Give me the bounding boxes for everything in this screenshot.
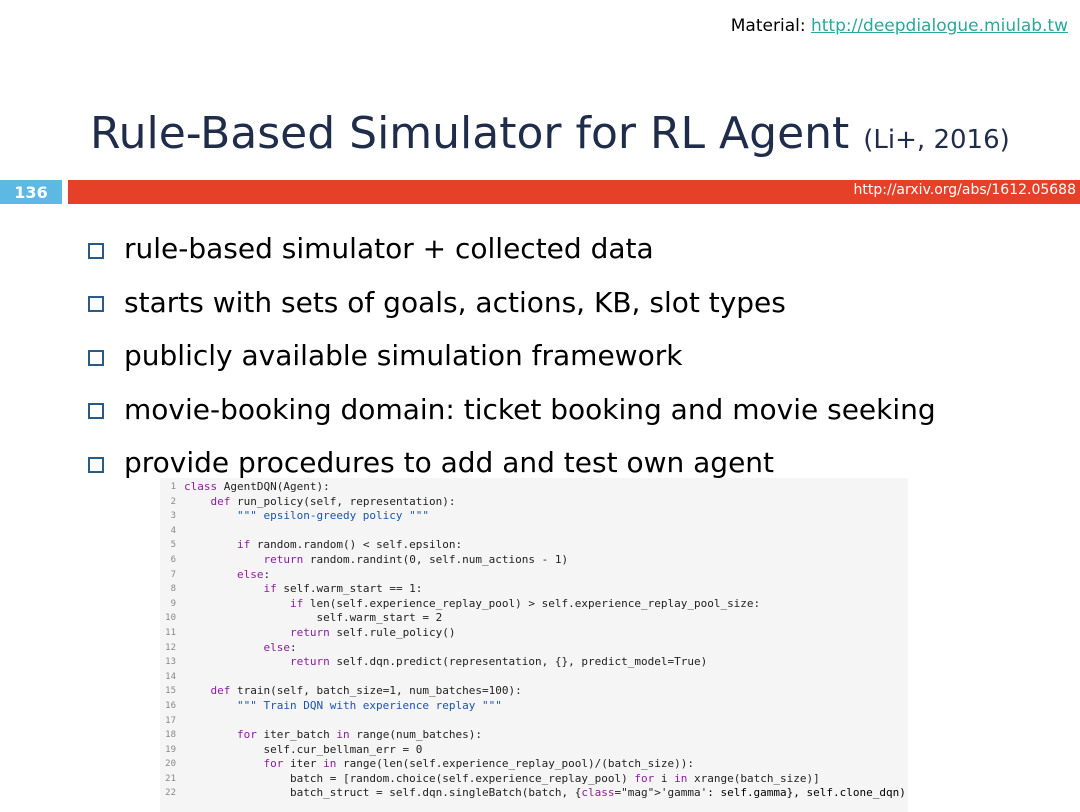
title-citation: (Li+, 2016) xyxy=(863,125,1010,155)
code-line: 7 else: xyxy=(160,568,908,583)
code-text: return random.randint(0, self.num_action… xyxy=(263,552,569,566)
bullet-item: movie-booking domain: ticket booking and… xyxy=(88,383,936,437)
code-line: 14 xyxy=(160,670,908,685)
code-text: def train(self, batch_size=1, num_batche… xyxy=(210,684,522,698)
code-line: 19 self.cur_bellman_err = 0 xyxy=(160,743,908,758)
code-text: batch = [random.choice(self.experience_r… xyxy=(184,771,820,785)
code-line: 20 for iter in range(len(self.experience… xyxy=(160,757,908,772)
code-text: def run_policy(self, representation): xyxy=(210,494,456,508)
slide-number: 136 xyxy=(0,180,62,204)
slide-title: Rule-Based Simulator for RL Agent (Li+, … xyxy=(90,108,1010,159)
code-text: if self.warm_start == 1: xyxy=(263,582,423,596)
line-number: 6 xyxy=(170,554,176,565)
material-link[interactable]: http://deepdialogue.miulab.tw xyxy=(811,16,1068,36)
code-text: self.cur_bellman_err = 0 xyxy=(184,742,423,756)
line-number: 22 xyxy=(165,788,176,799)
code-line: 16 """ Train DQN with experience replay … xyxy=(160,699,908,714)
code-line: 11 return self.rule_policy() xyxy=(160,626,908,641)
code-line: 3 """ epsilon-greedy policy """ xyxy=(160,509,908,524)
line-number: 9 xyxy=(170,598,176,609)
code-line: 21 batch = [random.choice(self.experienc… xyxy=(160,772,908,787)
line-number: 7 xyxy=(170,569,176,580)
square-bullet-icon xyxy=(88,403,104,420)
code-line: 15 def train(self, batch_size=1, num_bat… xyxy=(160,684,908,699)
square-bullet-icon xyxy=(88,242,104,259)
code-line: 8 if self.warm_start == 1: xyxy=(160,582,908,597)
line-number: 19 xyxy=(165,744,176,755)
bullet-text: rule-based simulator + collected data xyxy=(124,232,654,266)
line-number: 2 xyxy=(170,496,176,507)
bullet-item: starts with sets of goals, actions, KB, … xyxy=(88,276,936,330)
bullet-item: publicly available simulation framework xyxy=(88,329,936,383)
line-number: 15 xyxy=(165,686,176,697)
code-text: for iter in range(len(self.experience_re… xyxy=(263,757,694,771)
bullet-text: movie-booking domain: ticket booking and… xyxy=(124,392,936,426)
material-credit: Material: http://deepdialogue.miulab.tw xyxy=(731,16,1068,36)
code-text: if len(self.experience_replay_pool) > se… xyxy=(289,596,761,610)
line-number: 21 xyxy=(165,773,176,784)
code-line: 17 xyxy=(160,714,908,729)
code-line: 2 def run_policy(self, representation): xyxy=(160,495,908,510)
line-number: 16 xyxy=(165,700,176,711)
code-line: 12 else: xyxy=(160,641,908,656)
bullet-text: starts with sets of goals, actions, KB, … xyxy=(124,285,786,319)
code-line: 13 return self.dqn.predict(representatio… xyxy=(160,655,908,670)
square-bullet-icon xyxy=(88,349,104,366)
bullet-text: publicly available simulation framework xyxy=(124,339,683,373)
line-number: 8 xyxy=(170,584,176,595)
code-text: else: xyxy=(263,640,297,654)
line-number: 5 xyxy=(170,540,176,551)
line-number: 17 xyxy=(165,715,176,726)
code-line: 18 for iter_batch in range(num_batches): xyxy=(160,728,908,743)
code-text: batch_struct = self.dqn.singleBatch(batc… xyxy=(184,786,906,800)
code-text: if random.random() < self.epsilon: xyxy=(236,538,463,552)
square-bullet-icon xyxy=(88,296,104,313)
code-text: for iter_batch in range(num_batches): xyxy=(236,728,483,742)
line-number: 10 xyxy=(165,613,176,624)
code-line: 4 xyxy=(160,524,908,539)
code-line: 22 batch_struct = self.dqn.singleBatch(b… xyxy=(160,786,908,801)
code-line: 6 return random.randint(0, self.num_acti… xyxy=(160,553,908,568)
code-text: return self.dqn.predict(representation, … xyxy=(289,655,708,669)
line-number: 18 xyxy=(165,730,176,741)
code-text: """ Train DQN with experience replay """ xyxy=(184,698,502,712)
line-number: 13 xyxy=(165,657,176,668)
line-number: 1 xyxy=(170,482,176,492)
code-text: class AgentDQN(Agent): xyxy=(184,480,330,493)
code-line: 5 if random.random() < self.epsilon: xyxy=(160,538,908,553)
material-label: Material: xyxy=(730,16,806,36)
code-line: 9 if len(self.experience_replay_pool) > … xyxy=(160,597,908,612)
line-number: 4 xyxy=(170,525,176,536)
bullet-text: provide procedures to add and test own a… xyxy=(124,446,775,480)
bullet-item: rule-based simulator + collected data xyxy=(88,222,936,276)
code-line: 1 class AgentDQN(Agent): xyxy=(160,480,908,495)
code-text: """ epsilon-greedy policy """ xyxy=(184,509,430,523)
code-listing: 1 class AgentDQN(Agent): 2 def run_policy(… xyxy=(160,478,908,812)
code-text: return self.rule_policy() xyxy=(289,625,456,639)
line-number: 3 xyxy=(170,511,176,522)
line-number: 14 xyxy=(165,671,176,682)
code-line: 10 self.warm_start = 2 xyxy=(160,611,908,626)
code-text: self.warm_start = 2 xyxy=(184,611,443,625)
line-number: 11 xyxy=(165,627,176,638)
line-number: 20 xyxy=(165,759,176,770)
square-bullet-icon xyxy=(88,456,104,473)
code-text: else: xyxy=(236,567,271,581)
reference-url[interactable]: http://arxiv.org/abs/1612.05688 xyxy=(854,182,1076,198)
line-number: 12 xyxy=(165,642,176,653)
bullet-list: rule-based simulator + collected data st… xyxy=(88,222,936,490)
title-main: Rule-Based Simulator for RL Agent xyxy=(90,108,850,159)
